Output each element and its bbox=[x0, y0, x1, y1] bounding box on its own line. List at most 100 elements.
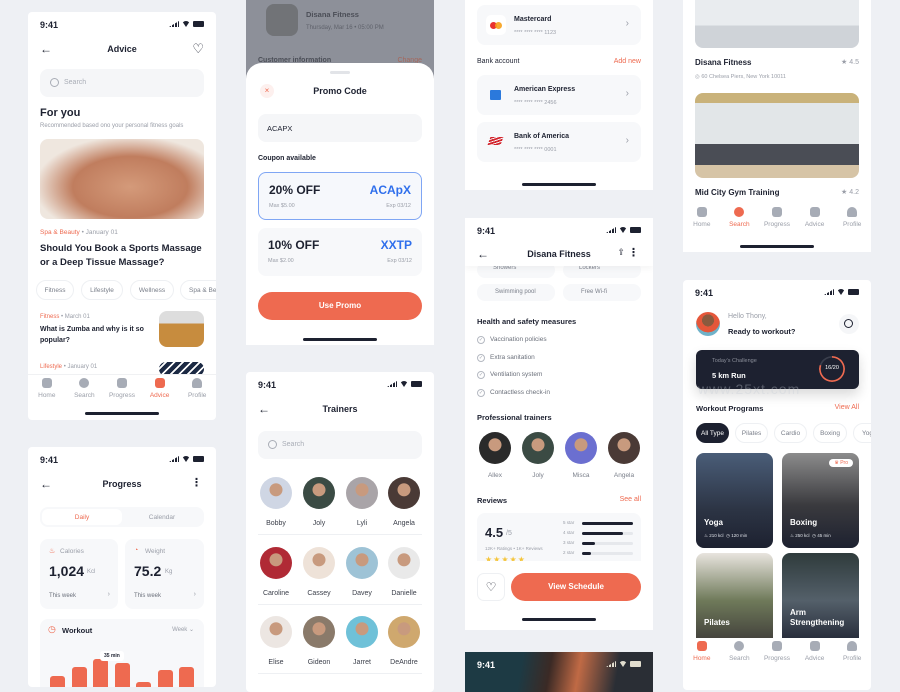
card-mastercard[interactable]: Mastercard **** **** **** 1123 › bbox=[477, 5, 641, 45]
nav-home[interactable]: Home bbox=[30, 375, 64, 406]
trainer-avatar[interactable] bbox=[346, 477, 378, 509]
user-avatar[interactable] bbox=[696, 312, 720, 336]
profile-icon bbox=[847, 207, 858, 217]
nav-progress[interactable]: Progress bbox=[105, 375, 139, 406]
program-card-pilates[interactable]: Pilates bbox=[696, 553, 773, 648]
featured-meta: Spa & Beauty • January 01 bbox=[40, 229, 118, 236]
trainer-avatar[interactable] bbox=[388, 477, 420, 509]
gym-rating: ★ 4.5 bbox=[841, 59, 859, 66]
calories-value: 1,024 bbox=[49, 563, 85, 579]
nav-advice[interactable]: Advice bbox=[798, 204, 832, 236]
coupon-card-selected[interactable]: 20% OFF Max $5.00 ACApX Exp 03/12 bbox=[258, 172, 422, 220]
trainer-avatar[interactable] bbox=[260, 616, 292, 648]
more-icon[interactable]: ⋮ bbox=[191, 476, 202, 489]
nav-progress[interactable]: Progress bbox=[760, 638, 794, 670]
trainer-avatar[interactable] bbox=[303, 477, 335, 509]
weight-card[interactable]: ◔ Weight 75.2 Kg This week › bbox=[125, 539, 204, 609]
trainer-avatar[interactable] bbox=[346, 547, 378, 579]
trainer-name[interactable]: DeAndre bbox=[379, 659, 429, 666]
check-circle-icon: ✓ bbox=[477, 371, 485, 379]
chip-boxing[interactable]: Boxing bbox=[813, 423, 847, 443]
chip-all-type[interactable]: All Type bbox=[696, 423, 729, 443]
favorite-button[interactable]: ♡ bbox=[477, 573, 505, 601]
article-title[interactable]: What is Zumba and why is it so popular? bbox=[40, 324, 144, 346]
bottom-nav: Home Search Progress Advice Profile bbox=[28, 374, 216, 406]
chip-fitness[interactable]: Fitness bbox=[36, 280, 74, 300]
sheet-handle[interactable] bbox=[330, 71, 350, 74]
trainer-name[interactable]: Angela bbox=[379, 520, 429, 527]
trainer-avatar[interactable] bbox=[303, 616, 335, 648]
trainer-avatar[interactable] bbox=[565, 432, 597, 464]
chip-lifestyle[interactable]: Lifestyle bbox=[81, 280, 123, 300]
nav-profile[interactable]: Profile bbox=[180, 375, 214, 406]
program-card-arm[interactable]: Arm Strengthening bbox=[782, 553, 859, 648]
trainer-name[interactable]: Danielle bbox=[379, 590, 429, 597]
heart-icon[interactable]: ♡ bbox=[192, 41, 204, 57]
nav-home[interactable]: Home bbox=[685, 204, 719, 236]
gym-image[interactable] bbox=[695, 93, 859, 178]
nav-search[interactable]: Search bbox=[722, 204, 756, 236]
use-promo-button[interactable]: Use Promo bbox=[258, 292, 422, 320]
calories-card[interactable]: ♨ Calories 1,024 Kcl This week › bbox=[40, 539, 118, 609]
nav-search[interactable]: Search bbox=[722, 638, 756, 670]
tab-daily[interactable]: Daily bbox=[42, 509, 122, 525]
trainer-name[interactable]: Angela bbox=[599, 472, 649, 479]
search-input[interactable]: Search bbox=[40, 69, 204, 97]
nav-profile[interactable]: Profile bbox=[835, 204, 869, 236]
trainer-avatar[interactable] bbox=[346, 616, 378, 648]
trainer-avatar[interactable] bbox=[479, 432, 511, 464]
chip-pilates[interactable]: Pilates bbox=[735, 423, 768, 443]
chevron-right-icon: › bbox=[625, 88, 629, 99]
safety-item: Extra sanitation bbox=[490, 353, 535, 361]
program-name: Yoga bbox=[704, 518, 723, 527]
chip-wellness[interactable]: Wellness bbox=[130, 280, 174, 300]
search-button[interactable] bbox=[839, 314, 859, 334]
nav-profile[interactable]: Profile bbox=[835, 638, 869, 670]
see-all-link[interactable]: See all bbox=[620, 496, 641, 503]
view-schedule-button[interactable]: View Schedule bbox=[511, 573, 641, 601]
program-card-yoga[interactable]: Yoga ♨ 210 kcl ◷ 120 min bbox=[696, 453, 773, 548]
bank-amex[interactable]: American Express **** **** **** 2456 › bbox=[477, 75, 641, 115]
promo-sheet: × Promo Code ACAPX Coupon available 20% … bbox=[246, 63, 434, 345]
search-input[interactable]: Search bbox=[258, 431, 422, 459]
promo-code-input[interactable]: ACAPX bbox=[258, 114, 422, 142]
featured-image[interactable] bbox=[40, 139, 204, 219]
view-all-link[interactable]: View All bbox=[835, 404, 859, 411]
article-thumbnail[interactable] bbox=[159, 311, 204, 347]
bank-boa[interactable]: Bank of America **** **** **** 0001 › bbox=[477, 122, 641, 162]
coupon-card[interactable]: 10% OFF Max $2.00 XXTP Exp 03/12 bbox=[258, 228, 422, 276]
trainer-avatar[interactable] bbox=[388, 547, 420, 579]
trainer-avatar[interactable] bbox=[260, 547, 292, 579]
chip-spa[interactable]: Spa & Beauty bbox=[180, 280, 216, 300]
tab-calendar[interactable]: Calendar bbox=[122, 509, 202, 525]
nav-advice[interactable]: Advice bbox=[798, 638, 832, 670]
gym-image[interactable] bbox=[695, 0, 859, 48]
trainer-avatar[interactable] bbox=[608, 432, 640, 464]
range-dropdown[interactable]: Week ⌄ bbox=[172, 626, 194, 633]
document-icon bbox=[154, 378, 165, 388]
gym-name[interactable]: Mid City Gym Training bbox=[695, 188, 779, 197]
chip-cardio[interactable]: Cardio bbox=[774, 423, 807, 443]
more-icon[interactable]: ⋮ bbox=[628, 246, 639, 259]
share-icon[interactable]: ⇪ bbox=[617, 247, 625, 258]
search-icon bbox=[50, 78, 59, 87]
add-new-link[interactable]: Add new bbox=[614, 58, 641, 65]
featured-title[interactable]: Should You Book a Sports Massage or a De… bbox=[40, 242, 210, 270]
coupon-expiry: Exp 03/12 bbox=[386, 203, 411, 209]
nav-home[interactable]: Home bbox=[685, 638, 719, 670]
trainer-avatar[interactable] bbox=[303, 547, 335, 579]
nav-search[interactable]: Search bbox=[67, 375, 101, 406]
program-card-boxing[interactable]: ♛ Pro Boxing ♨ 250 kcl ◷ 45 min bbox=[782, 453, 859, 548]
check-circle-icon: ✓ bbox=[477, 336, 485, 344]
trainer-avatar[interactable] bbox=[522, 432, 554, 464]
nav-progress[interactable]: Progress bbox=[760, 204, 794, 236]
chevron-right-icon: › bbox=[625, 18, 629, 29]
gym-name[interactable]: Disana Fitness bbox=[695, 58, 751, 67]
chip-yoga[interactable]: Yoga bbox=[853, 423, 871, 443]
trainer-avatar[interactable] bbox=[388, 616, 420, 648]
calories-unit: Kcl bbox=[87, 569, 96, 575]
trainer-avatar[interactable] bbox=[260, 477, 292, 509]
payment-screen: Mastercard **** **** **** 1123 › Bank ac… bbox=[465, 0, 653, 190]
chevron-right-icon: › bbox=[193, 591, 196, 598]
nav-advice[interactable]: Advice bbox=[143, 375, 177, 406]
